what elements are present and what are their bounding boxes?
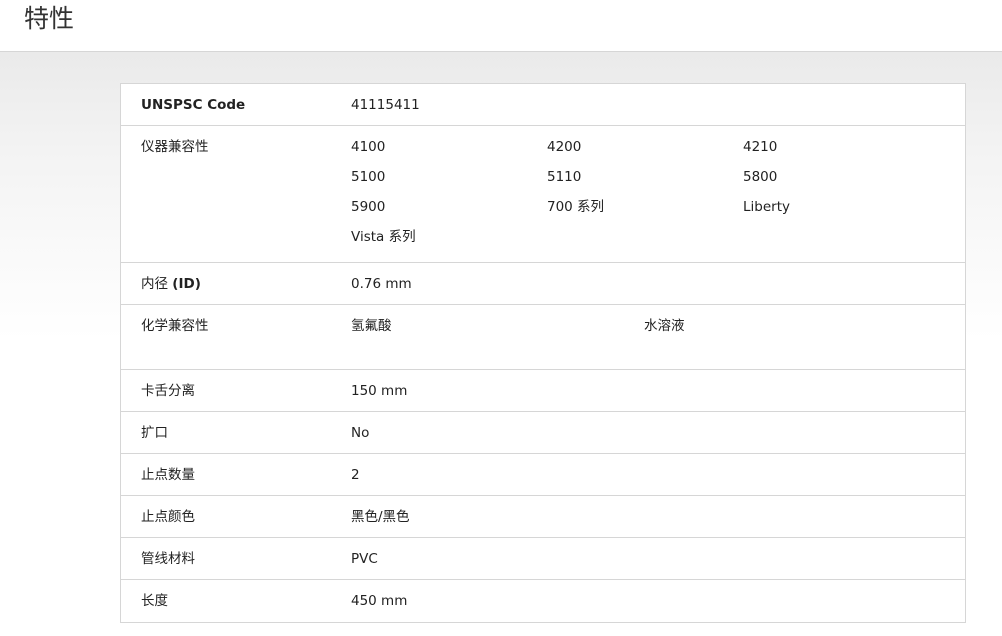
instrument-item: 700 系列 (547, 199, 605, 215)
spec-value: 150 mm (351, 383, 408, 399)
spec-row-tab-separation: 卡舌分离 150 mm (121, 370, 965, 412)
spec-value: 2 (351, 467, 360, 483)
spec-row-stop-count: 止点数量 2 (121, 454, 965, 496)
instrument-item: Vista 系列 (351, 229, 416, 245)
spec-label: 止点颜色 (141, 509, 195, 525)
spec-label: 扩口 (141, 425, 168, 441)
spec-row-chemical-compatibility: 化学兼容性 氢氟酸 水溶液 (121, 305, 965, 370)
spec-label: UNSPSC Code (141, 97, 246, 113)
specifications-table: UNSPSC Code 41115411 仪器兼容性 4100 4200 421… (120, 83, 966, 623)
spec-value: 450 mm (351, 593, 408, 609)
spec-row-tubing-material: 管线材料 PVC (121, 538, 965, 580)
instrument-item: 4100 (351, 139, 386, 155)
spec-label: 长度 (141, 593, 168, 609)
spec-label: 止点数量 (141, 467, 195, 483)
spec-label: 管线材料 (141, 551, 195, 567)
instrument-list: 4100 4200 4210 5100 5110 5800 5900 700 系… (351, 132, 941, 252)
spec-value: 41115411 (351, 97, 420, 113)
spec-label: 内径 (ID) (141, 269, 201, 299)
spec-row-length: 长度 450 mm (121, 580, 965, 622)
spec-value: 0.76 mm (351, 276, 412, 292)
instrument-item: 5100 (351, 169, 386, 185)
spec-value: PVC (351, 551, 378, 567)
instrument-item: 4210 (743, 139, 778, 155)
spec-row-inner-diameter: 内径 (ID) 0.76 mm (121, 263, 965, 305)
spec-row-flared: 扩口 No (121, 412, 965, 454)
spec-value: No (351, 425, 370, 441)
spec-row-unspsc: UNSPSC Code 41115411 (121, 84, 965, 126)
spec-value: 黑色/黑色 (351, 509, 410, 525)
chemical-item: 氢氟酸 (351, 318, 392, 334)
page-header: 特性 (0, 0, 1002, 52)
instrument-item: 5900 (351, 199, 386, 215)
spec-label-abbr: (ID) (172, 276, 201, 292)
spec-label: 仪器兼容性 (141, 139, 209, 155)
instrument-item: 5110 (547, 169, 582, 185)
spec-label: 化学兼容性 (141, 318, 209, 334)
spec-row-stop-color: 止点颜色 黑色/黑色 (121, 496, 965, 538)
chemical-list: 氢氟酸 水溶液 (351, 311, 941, 341)
instrument-item: 5800 (743, 169, 778, 185)
spec-row-instrument-compatibility: 仪器兼容性 4100 4200 4210 5100 5110 5800 5900… (121, 126, 965, 263)
instrument-item: Liberty (743, 199, 790, 215)
spec-label-text: 内径 (141, 276, 173, 292)
instrument-item: 4200 (547, 139, 582, 155)
page-title: 特性 (24, 4, 75, 33)
chemical-item: 水溶液 (644, 318, 685, 334)
spec-label: 卡舌分离 (141, 383, 195, 399)
